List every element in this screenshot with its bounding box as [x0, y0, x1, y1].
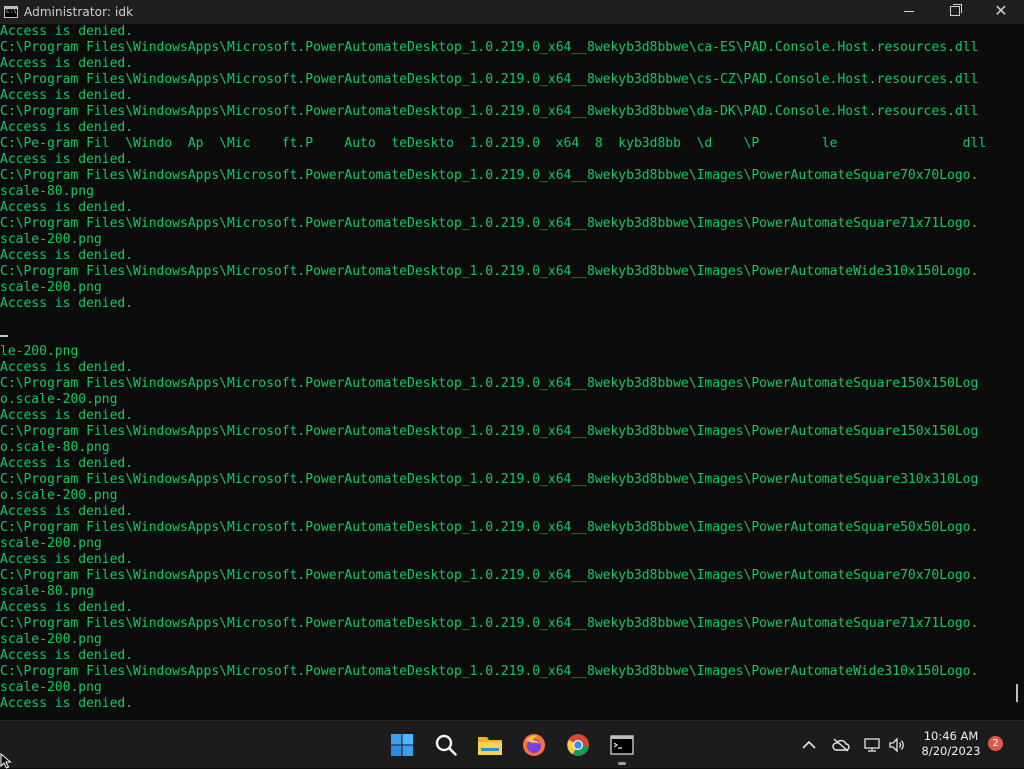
console-line: o.scale-200.png	[0, 392, 118, 407]
network-icon	[864, 738, 880, 752]
console-line: C:\Program Files\WindowsApps\Microsoft.P…	[0, 376, 979, 391]
close-button[interactable]: ✕	[978, 0, 1024, 22]
search-button[interactable]	[430, 729, 462, 761]
start-button[interactable]	[386, 729, 418, 761]
close-icon: ✕	[994, 1, 1008, 20]
onedrive-button[interactable]	[830, 721, 852, 769]
console-line: C:\Program Files\WindowsApps\Microsoft.P…	[0, 664, 979, 679]
console-line: Access is denied.	[0, 120, 134, 135]
console-line: Access is denied.	[0, 360, 134, 375]
console-line: C:\Program Files\WindowsApps\Microsoft.P…	[0, 168, 979, 183]
volume-icon	[889, 737, 904, 753]
console-line: C:\Pe-gram Fil \Windo Ap \Mic ft.P Auto …	[0, 136, 987, 151]
console-line: Access is denied.	[0, 456, 134, 471]
chevron-up-icon	[802, 740, 816, 749]
network-button[interactable]	[862, 721, 884, 769]
console-line: Access is denied.	[0, 296, 134, 311]
onedrive-offline-icon	[832, 738, 850, 752]
console-line: Access is denied.	[0, 200, 134, 215]
taskbar-clock[interactable]: 10:46 AM 8/20/2023	[914, 729, 988, 759]
console-line: C:\Program Files\WindowsApps\Microsoft.P…	[0, 264, 979, 279]
console-line	[0, 328, 1010, 344]
clock-time: 10:46 AM	[923, 729, 979, 743]
console-line: scale-200.png	[0, 632, 102, 647]
search-icon	[435, 734, 457, 756]
console-line: Access is denied.	[0, 552, 134, 567]
console-line: Access is denied.	[0, 600, 134, 615]
console-line: scale-80.png	[0, 184, 94, 199]
console-line: C:\Program Files\WindowsApps\Microsoft.P…	[0, 520, 979, 535]
notification-badge[interactable]: 2	[988, 736, 1003, 751]
windows-logo-icon	[391, 734, 413, 756]
minimize-button[interactable]	[886, 0, 932, 22]
console-line: Access is denied.	[0, 24, 134, 39]
console-line: Access is denied.	[0, 248, 134, 263]
folder-icon	[478, 737, 502, 755]
console-line: scale-80.png	[0, 584, 94, 599]
text-cursor	[0, 334, 8, 337]
taskbar: 10:46 AM 8/20/2023	[0, 720, 1024, 768]
clock-date: 8/20/2023	[921, 744, 981, 758]
console-line: o.scale-80.png	[0, 440, 110, 455]
title-bar[interactable]: C:\ Administrator: idk ✕	[0, 0, 1024, 24]
window-controls: ✕	[886, 0, 1024, 24]
maximize-button[interactable]	[932, 0, 978, 22]
console-line: C:\Program Files\WindowsApps\Microsoft.P…	[0, 104, 979, 119]
cmd-icon: C:\	[4, 6, 18, 18]
console-line: C:\Program Files\WindowsApps\Microsoft.P…	[0, 616, 979, 631]
console-line: Access is denied.	[0, 648, 134, 663]
restore-icon	[950, 4, 962, 16]
volume-button[interactable]	[886, 721, 908, 769]
console-line: scale-200.png	[0, 680, 102, 695]
firefox-icon	[523, 734, 545, 756]
console-line: C:\Program Files\WindowsApps\Microsoft.P…	[0, 568, 979, 583]
console-line: C:\Program Files\WindowsApps\Microsoft.P…	[0, 424, 979, 439]
console-line: scale-200.png	[0, 232, 102, 247]
file-explorer-button[interactable]	[474, 729, 506, 761]
console-line: C:\Program Files\WindowsApps\Microsoft.P…	[0, 40, 979, 55]
console-line: scale-200.png	[0, 536, 102, 551]
minimize-icon	[904, 10, 914, 12]
console-line: C:\Program Files\WindowsApps\Microsoft.P…	[0, 216, 979, 231]
show-hidden-icons-button[interactable]	[798, 721, 820, 769]
console-line: le-200.png	[0, 344, 79, 359]
console-line: Access is denied.	[0, 504, 134, 519]
mouse-cursor-icon	[0, 753, 12, 769]
scrollbar-thumb[interactable]	[1016, 684, 1018, 702]
command-prompt-button[interactable]	[606, 729, 638, 765]
chrome-icon	[567, 734, 589, 756]
console-line: scale-200.png	[0, 280, 102, 295]
console-line: C:\Program Files\WindowsApps\Microsoft.P…	[0, 472, 979, 487]
console-line: Access is denied.	[0, 408, 134, 423]
cmd-icon	[610, 735, 634, 755]
chrome-button[interactable]	[562, 729, 594, 761]
console-line: o.scale-200.png	[0, 488, 118, 503]
window-title: Administrator: idk	[24, 5, 134, 19]
console-line: Access is denied.	[0, 88, 134, 103]
command-prompt-window[interactable]: C:\ Administrator: idk ✕ Access is denie…	[0, 0, 1024, 720]
console-line: C:\Program Files\WindowsApps\Microsoft.P…	[0, 72, 979, 87]
console-line: Access is denied.	[0, 696, 134, 711]
console-output[interactable]: Access is denied. C:\Program Files\Window…	[0, 24, 1010, 720]
console-line: Access is denied.	[0, 56, 134, 71]
firefox-button[interactable]	[518, 729, 550, 761]
console-line: Access is denied.	[0, 152, 134, 167]
